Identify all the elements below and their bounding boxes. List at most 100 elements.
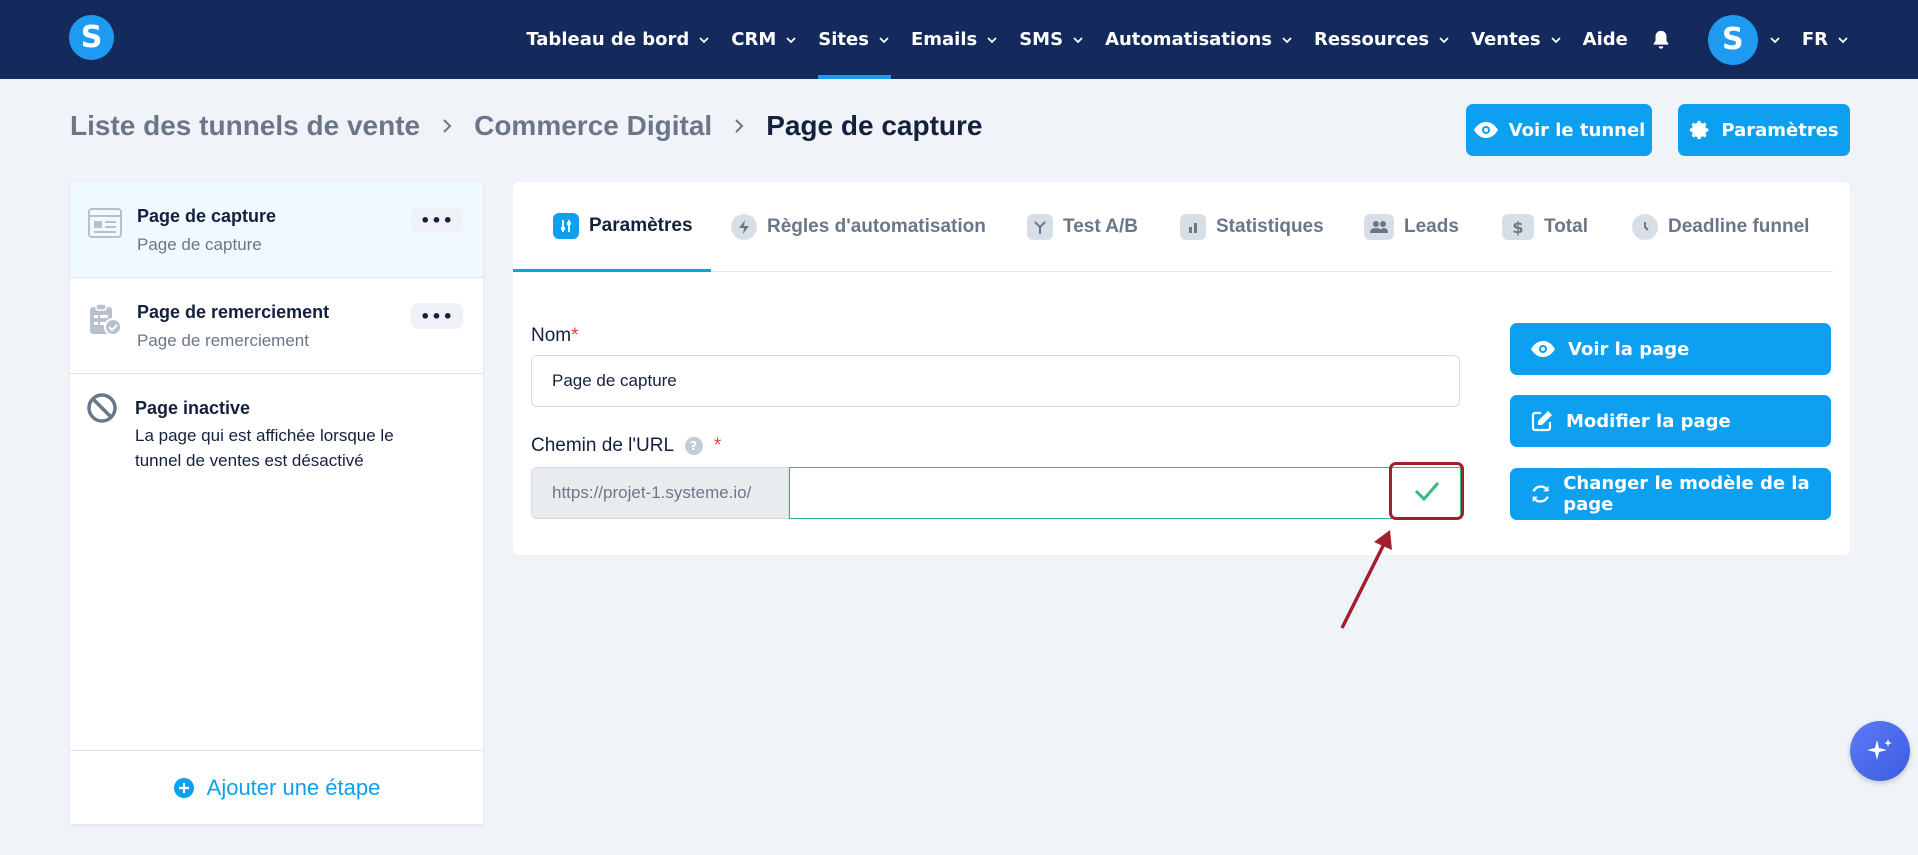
- url-path-input[interactable]: [789, 467, 1461, 519]
- tab-statistics[interactable]: Statistiques: [1180, 182, 1324, 272]
- step-description-line: La page qui est affichée lorsque le: [135, 426, 394, 445]
- tab-ab-test[interactable]: Test A/B: [1027, 182, 1138, 272]
- view-page-button[interactable]: Voir la page: [1510, 323, 1831, 375]
- chevron-down-icon: [987, 36, 997, 43]
- view-funnel-button[interactable]: Voir le tunnel: [1466, 104, 1652, 156]
- app-logo[interactable]: S: [69, 15, 114, 60]
- tab-total[interactable]: $ Total: [1502, 182, 1588, 272]
- required-mark: *: [713, 435, 722, 456]
- nav-item-dashboard[interactable]: Tableau de bord: [526, 0, 711, 79]
- tab-automation-rules[interactable]: Règles d'automatisation: [731, 182, 986, 272]
- nav-item-label: Ventes: [1471, 29, 1541, 50]
- edit-page-button[interactable]: Modifier la page: [1510, 395, 1831, 447]
- tab-deadline-funnel[interactable]: Deadline funnel: [1632, 182, 1809, 272]
- step-options-button[interactable]: •••: [411, 207, 463, 233]
- funnel-steps-panel: Page de capture Page de capture ••• Page…: [70, 182, 483, 824]
- bell-icon[interactable]: [1650, 29, 1672, 51]
- page-layout-icon: [88, 208, 122, 238]
- tab-label: Deadline funnel: [1668, 216, 1810, 237]
- tab-leads[interactable]: Leads: [1364, 182, 1459, 272]
- step-options-button[interactable]: •••: [411, 303, 463, 329]
- page-title: Page de capture: [766, 110, 983, 141]
- add-step-label: Ajouter une étape: [206, 774, 381, 800]
- breadcrumb: Liste des tunnels de vente Commerce Digi…: [70, 110, 983, 142]
- help-icon[interactable]: ?: [684, 436, 703, 455]
- tab-settings[interactable]: Paramètres: [513, 182, 711, 272]
- edit-page-label: Modifier la page: [1566, 410, 1731, 432]
- step-description-line: tunnel de ventes est désactivé: [135, 451, 364, 470]
- nav-item-sites[interactable]: Sites: [818, 0, 891, 79]
- tab-label: Total: [1544, 216, 1588, 237]
- sparkles-icon: [1867, 739, 1892, 760]
- change-template-button[interactable]: Changer le modèle de la page: [1510, 468, 1831, 520]
- name-label-text: Nom: [531, 325, 572, 346]
- language-label: FR: [1801, 29, 1828, 50]
- nav-item-label: Automatisations: [1105, 29, 1272, 50]
- view-funnel-label: Voir le tunnel: [1508, 119, 1646, 141]
- name-input-value: Page de capture: [552, 371, 677, 390]
- nav-item-automations[interactable]: Automatisations: [1105, 0, 1294, 79]
- url-path-label-text: Chemin de l'URL: [531, 435, 674, 456]
- sliders-icon: [553, 212, 579, 239]
- funnel-settings-label: Paramètres: [1721, 119, 1839, 141]
- nav-item-label: Sites: [818, 29, 869, 50]
- name-label: Nom*: [531, 325, 579, 347]
- nav-menu: Tableau de bord CRM Sites Emails SMS Aut…: [506, 0, 1850, 79]
- annotation-arrow: [1340, 530, 1392, 629]
- nav-item-label: CRM: [731, 29, 777, 50]
- add-step-button[interactable]: Ajouter une étape: [70, 750, 483, 824]
- view-page-label: Voir la page: [1568, 338, 1690, 360]
- nav-item-label: SMS: [1019, 29, 1064, 50]
- name-input[interactable]: Page de capture: [531, 355, 1460, 407]
- chevron-down-icon: [1439, 36, 1449, 43]
- step-item-thankyou[interactable]: Page de remerciement Page de remerciemen…: [70, 278, 483, 374]
- tab-label: Paramètres: [589, 214, 693, 236]
- nav-item-emails[interactable]: Emails: [911, 0, 999, 79]
- users-icon: [1364, 214, 1394, 240]
- breadcrumb-funnel[interactable]: Commerce Digital: [474, 110, 712, 142]
- chevron-down-icon: [1838, 36, 1848, 43]
- breadcrumb-funnel-list[interactable]: Liste des tunnels de vente: [70, 110, 420, 142]
- split-icon: [1027, 214, 1053, 240]
- nav-item-sales[interactable]: Ventes: [1471, 0, 1563, 79]
- chevron-down-icon: [786, 36, 796, 43]
- confirm-url-button[interactable]: [1389, 462, 1464, 520]
- user-avatar[interactable]: S: [1707, 14, 1758, 65]
- ai-assistant-button[interactable]: [1850, 721, 1910, 781]
- nav-item-help[interactable]: Aide: [1583, 0, 1628, 79]
- prohibited-icon: [87, 393, 117, 423]
- edit-icon: [1531, 411, 1552, 432]
- tab-bar: Paramètres Règles d'automatisation Test …: [513, 182, 1833, 272]
- gear-icon: [1690, 120, 1709, 140]
- eye-icon: [1473, 122, 1498, 138]
- check-icon: [1414, 482, 1439, 501]
- clipboard-check-icon: [90, 303, 122, 336]
- language-selector[interactable]: FR: [1802, 0, 1850, 79]
- step-item-inactive[interactable]: Page inactive La page qui est affichée l…: [70, 374, 483, 494]
- nav-item-label: Aide: [1582, 29, 1628, 50]
- bar-chart-icon: [1180, 214, 1206, 240]
- chevron-down-icon: [879, 36, 889, 43]
- change-template-label: Changer le modèle de la page: [1563, 473, 1810, 515]
- avatar-menu-toggle[interactable]: [1760, 0, 1782, 79]
- tab-label: Statistiques: [1216, 216, 1324, 237]
- nav-item-crm[interactable]: CRM: [731, 0, 798, 79]
- nav-item-label: Tableau de bord: [526, 29, 690, 50]
- nav-item-resources[interactable]: Ressources: [1314, 0, 1451, 79]
- chevron-down-icon: [1551, 36, 1561, 43]
- chevron-right-icon: [443, 119, 452, 133]
- step-title: Page de capture: [137, 206, 277, 226]
- eye-icon: [1531, 341, 1555, 357]
- chevron-down-icon: [1073, 36, 1083, 43]
- chevron-right-icon: [735, 119, 744, 133]
- funnel-settings-button[interactable]: Paramètres: [1678, 104, 1850, 156]
- step-item-capture[interactable]: Page de capture Page de capture •••: [70, 182, 483, 278]
- bolt-icon: [731, 214, 757, 240]
- url-path-label: Chemin de l'URL ? *: [531, 435, 721, 457]
- dollar-icon: $: [1502, 214, 1534, 240]
- nav-item-sms[interactable]: SMS: [1019, 0, 1085, 79]
- tab-label: Test A/B: [1063, 216, 1138, 237]
- clock-icon: [1632, 214, 1658, 240]
- step-subtitle: Page de remerciement: [137, 331, 309, 350]
- step-subtitle: Page de capture: [137, 235, 262, 254]
